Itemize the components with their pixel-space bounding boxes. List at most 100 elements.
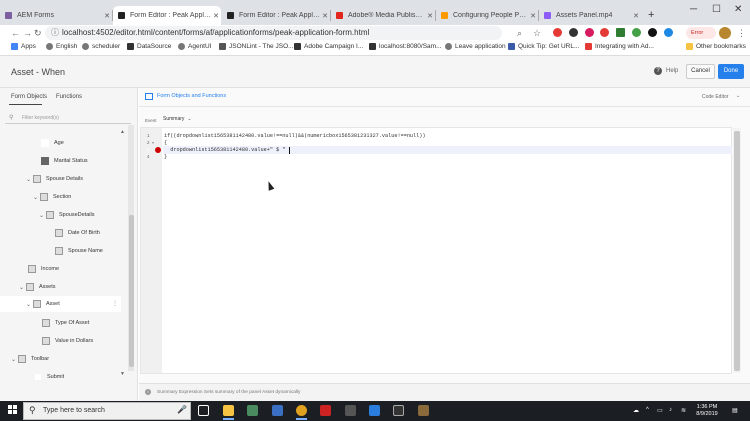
bookmark-scheduler[interactable]: scheduler bbox=[82, 43, 120, 50]
close-tab-icon[interactable]: ✕ bbox=[528, 12, 538, 20]
editor-scrollbar-thumb[interactable] bbox=[734, 131, 740, 371]
chevron-down-icon[interactable]: ⌄ bbox=[26, 301, 33, 308]
tree-item-income[interactable]: Income bbox=[21, 265, 59, 273]
taskbar-clock[interactable]: 1:36 PM 8/9/2019 bbox=[696, 404, 718, 418]
tab-aem-forms[interactable]: AEM Forms ✕ bbox=[0, 6, 112, 25]
profile-error-badge[interactable]: Error bbox=[686, 27, 716, 39]
left-scrollbar-thumb[interactable] bbox=[129, 215, 134, 367]
code-editor[interactable] bbox=[140, 127, 732, 374]
chevron-down-icon[interactable]: ⌄ bbox=[11, 356, 18, 363]
forward-icon[interactable]: → bbox=[23, 27, 32, 39]
tree-item-spouse-details[interactable]: ⌄ Spouse Details bbox=[26, 175, 83, 183]
more-icon[interactable]: ⋮ bbox=[112, 300, 118, 307]
toggle-panel-icon[interactable] bbox=[145, 93, 153, 100]
chevron-down-icon[interactable]: ⌄ bbox=[736, 93, 740, 99]
windows-start-icon[interactable] bbox=[8, 405, 18, 415]
acrobat-icon[interactable] bbox=[320, 405, 331, 416]
extension-icon[interactable] bbox=[632, 28, 641, 37]
scroll-up-icon[interactable]: ▲ bbox=[120, 129, 125, 135]
bookmark-quick-tip[interactable]: Quick Tip: Get URL... bbox=[508, 43, 579, 50]
app-icon[interactable] bbox=[418, 405, 429, 416]
chevron-down-icon[interactable]: ⌄ bbox=[26, 176, 33, 183]
bookmark-apps[interactable]: Apps bbox=[11, 43, 36, 50]
tree-item-age[interactable]: Age bbox=[34, 139, 64, 147]
minimize-button[interactable]: ─ bbox=[690, 4, 697, 15]
bookmark-english[interactable]: English bbox=[46, 43, 77, 50]
tree-item-type-of-asset[interactable]: Type Of Asset bbox=[42, 319, 89, 327]
back-icon[interactable]: ← bbox=[11, 27, 20, 39]
tab-assets-panel[interactable]: Assets Panel.mp4 ✕ bbox=[539, 6, 641, 25]
tree-item-value-in-dollars[interactable]: Value in Dollars bbox=[42, 337, 93, 345]
tree-item-assets[interactable]: ⌄ Assets bbox=[19, 283, 56, 291]
fold-icon[interactable]: ▾ bbox=[152, 140, 154, 145]
vscode-icon[interactable] bbox=[369, 405, 380, 416]
tree-item-marital-status[interactable]: Marital Status bbox=[34, 157, 88, 165]
tab-adobe-media-publishing[interactable]: Adobe® Media Publishing ✕ bbox=[331, 6, 435, 25]
extension-icon[interactable] bbox=[616, 28, 625, 37]
close-tab-icon[interactable]: ✕ bbox=[102, 12, 112, 20]
tree-item-spousedetails[interactable]: ⌄ SpouseDetails bbox=[39, 211, 94, 219]
app-icon[interactable] bbox=[272, 405, 283, 416]
chevron-down-icon[interactable]: ⌄ bbox=[33, 194, 40, 201]
chevron-up-icon[interactable]: ^ bbox=[646, 407, 649, 413]
bookmark-localhost-8080[interactable]: localhost:8080/Sam... bbox=[369, 43, 442, 50]
info-icon[interactable]: ⓘ bbox=[51, 27, 59, 39]
tree-item-spouse-name[interactable]: Spouse Name bbox=[55, 247, 103, 255]
bookmark-agentui[interactable]: AgentUI bbox=[178, 43, 212, 50]
tree-item-section[interactable]: ⌄ Section bbox=[33, 193, 71, 201]
tab-form-editor[interactable]: Form Editor : Peak Applicatio ✕ bbox=[222, 6, 330, 25]
tree-item-submit[interactable]: Submit bbox=[27, 373, 64, 381]
cancel-button[interactable]: Cancel bbox=[686, 64, 715, 79]
network-icon[interactable]: ▭ bbox=[657, 407, 663, 414]
tree-item-date-of-birth[interactable]: Date Of Birth bbox=[55, 229, 100, 237]
file-explorer-icon[interactable] bbox=[223, 405, 234, 416]
close-window-button[interactable]: ✕ bbox=[734, 4, 742, 15]
tab-form-objects[interactable]: Form Objects bbox=[11, 94, 47, 100]
tree-item-toolbar[interactable]: ⌄ Toolbar bbox=[11, 355, 49, 363]
close-tab-icon[interactable]: ✕ bbox=[211, 12, 221, 20]
chevron-down-icon[interactable]: ⌄ bbox=[19, 284, 26, 291]
close-tab-icon[interactable]: ✕ bbox=[320, 12, 330, 20]
help-button[interactable]: ? Help bbox=[654, 67, 678, 75]
maximize-button[interactable]: ☐ bbox=[712, 4, 721, 15]
close-tab-icon[interactable]: ✕ bbox=[425, 12, 435, 20]
search-icon[interactable]: ⌕ bbox=[517, 27, 522, 39]
form-objects-and-functions-link[interactable]: Form Objects and Functions bbox=[157, 93, 226, 99]
tab-functions[interactable]: Functions bbox=[56, 94, 82, 100]
scroll-down-icon[interactable]: ▼ bbox=[120, 371, 125, 377]
avatar[interactable] bbox=[719, 27, 731, 39]
other-bookmarks[interactable]: Other bookmarks bbox=[686, 43, 746, 50]
extension-icon[interactable] bbox=[648, 28, 657, 37]
wifi-icon[interactable]: ≋ bbox=[681, 407, 686, 414]
tab-form-editor-active[interactable]: Form Editor : Peak Applicatio ✕ bbox=[113, 6, 221, 25]
menu-dots-icon[interactable]: ⋮ bbox=[737, 27, 746, 39]
bookmark-leave-application[interactable]: Leave application bbox=[445, 43, 506, 50]
task-view-icon[interactable] bbox=[198, 405, 209, 416]
microphone-icon[interactable]: 🎤 bbox=[177, 405, 187, 414]
tab-configuring-people-panel[interactable]: Configuring People Panel in ✕ bbox=[436, 6, 538, 25]
reload-icon[interactable]: ↻ bbox=[34, 27, 42, 39]
bookmark-adobe-campaign[interactable]: Adobe Campaign I... bbox=[294, 43, 363, 50]
done-button[interactable]: Done bbox=[718, 64, 744, 79]
extension-icon[interactable] bbox=[664, 28, 673, 37]
bookmark-datasource[interactable]: DataSource bbox=[127, 43, 171, 50]
error-marker-icon[interactable] bbox=[155, 147, 161, 153]
bookmark-jsonlint[interactable]: JSONLint - The JSO... bbox=[219, 43, 294, 50]
code-editor-toggle[interactable]: Code Editor bbox=[702, 94, 728, 100]
app-icon[interactable] bbox=[247, 405, 258, 416]
chevron-down-icon[interactable]: ⌄ bbox=[39, 212, 46, 219]
bookmark-integrating[interactable]: Integrating with Ad... bbox=[585, 43, 654, 50]
tree-item-asset[interactable]: ⌄ Asset bbox=[26, 300, 60, 308]
terminal-icon[interactable] bbox=[393, 405, 404, 416]
new-tab-button[interactable]: + bbox=[648, 9, 654, 21]
cloud-icon[interactable]: ☁ bbox=[633, 407, 639, 414]
app-icon[interactable] bbox=[345, 405, 356, 416]
chrome-icon[interactable] bbox=[296, 405, 307, 416]
event-dropdown[interactable]: Summary ⌄ bbox=[163, 116, 192, 122]
extension-icon[interactable] bbox=[600, 28, 609, 37]
extension-icon[interactable] bbox=[553, 28, 562, 37]
notifications-icon[interactable]: ▤ bbox=[732, 407, 738, 414]
volume-icon[interactable]: ♪ bbox=[669, 407, 672, 413]
bookmark-star-icon[interactable]: ☆ bbox=[533, 27, 541, 39]
close-tab-icon[interactable]: ✕ bbox=[631, 12, 641, 20]
